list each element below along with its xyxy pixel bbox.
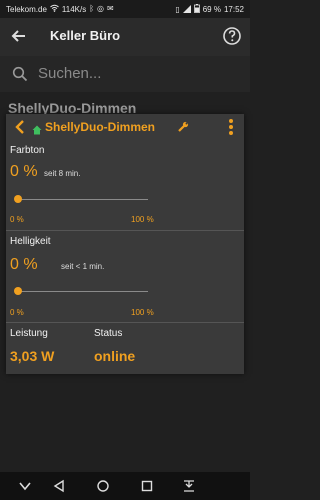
divider bbox=[6, 322, 244, 323]
helligkeit-label: Helligkeit bbox=[10, 236, 51, 247]
search-bar[interactable]: Suchen... bbox=[0, 56, 250, 92]
help-icon[interactable] bbox=[222, 26, 242, 46]
farbton-since: seit 8 min. bbox=[44, 169, 81, 178]
helligkeit-slider-thumb[interactable] bbox=[14, 287, 22, 295]
notification-pull-icon[interactable] bbox=[182, 479, 196, 493]
signal-icon bbox=[182, 4, 191, 15]
device-dialog: ShellyDuo-Dimmen Farbton 0 % seit 8 min.… bbox=[6, 114, 244, 374]
chevron-down-icon[interactable] bbox=[18, 479, 32, 493]
search-input[interactable]: Suchen... bbox=[38, 65, 101, 82]
back-arrow-icon[interactable] bbox=[8, 25, 30, 47]
network-speed: 114K/s bbox=[61, 4, 87, 14]
leistung-label: Leistung bbox=[10, 328, 48, 339]
nav-home-icon[interactable] bbox=[96, 479, 110, 493]
carrier-label: Telekom.de bbox=[6, 4, 47, 14]
home-icon bbox=[32, 122, 42, 135]
dialog-header: ShellyDuo-Dimmen bbox=[6, 114, 244, 140]
status-value: online bbox=[94, 348, 136, 364]
nav-back-icon[interactable] bbox=[52, 479, 66, 493]
farbton-min-label: 0 % bbox=[10, 215, 24, 224]
vibrate-icon: ▯ bbox=[175, 4, 180, 14]
farbton-max-label: 100 % bbox=[131, 215, 154, 224]
battery-icon bbox=[193, 4, 200, 15]
helligkeit-value: 0 % bbox=[10, 256, 38, 273]
battery-percent: 69 % bbox=[202, 5, 221, 14]
nfc-icon: ᛒ bbox=[89, 4, 95, 13]
dialog-title: ShellyDuo-Dimmen bbox=[45, 120, 156, 134]
nav-recents-icon[interactable] bbox=[140, 479, 154, 493]
farbton-label: Farbton bbox=[10, 145, 45, 156]
clock: 17:52 bbox=[223, 5, 244, 14]
wifi-icon bbox=[50, 4, 59, 14]
navigation-bar bbox=[0, 472, 250, 500]
whatsapp-icon: ◎ bbox=[97, 4, 105, 13]
farbton-slider-track[interactable] bbox=[18, 199, 148, 200]
farbton-value: 0 % bbox=[10, 163, 38, 180]
farbton-slider-thumb[interactable] bbox=[14, 195, 22, 203]
helligkeit-since: seit < 1 min. bbox=[61, 262, 105, 271]
search-icon bbox=[12, 66, 28, 82]
page-title: Keller Büro bbox=[50, 28, 121, 43]
app-bar: Keller Büro bbox=[0, 18, 250, 56]
status-label: Status bbox=[94, 328, 123, 339]
status-bar: Telekom.de 114K/s ᛒ ◎ ✉ ▯ 69 % 17:52 bbox=[0, 0, 250, 18]
helligkeit-slider-track[interactable] bbox=[18, 291, 148, 292]
helligkeit-max-label: 100 % bbox=[131, 308, 154, 317]
messenger-icon: ✉ bbox=[107, 4, 114, 13]
more-vert-icon[interactable] bbox=[228, 118, 234, 136]
wrench-icon[interactable] bbox=[177, 120, 189, 132]
divider bbox=[6, 230, 244, 231]
helligkeit-min-label: 0 % bbox=[10, 308, 24, 317]
leistung-value: 3,03 W bbox=[10, 348, 55, 364]
chevron-left-icon[interactable] bbox=[14, 120, 26, 134]
